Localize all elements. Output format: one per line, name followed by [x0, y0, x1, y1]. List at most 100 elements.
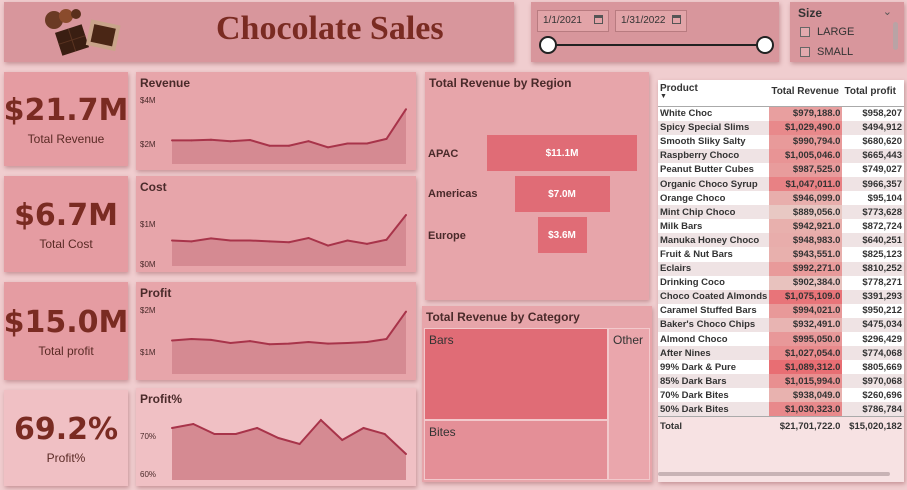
- profit-cell: $950,212: [862, 305, 902, 317]
- product-cell: Choco Coated Almonds: [660, 291, 768, 303]
- table-row[interactable]: Baker's Choco Chips $932,491.0 $475,034: [658, 317, 904, 332]
- product-cell: 50% Dark Bites: [660, 403, 729, 415]
- table-row[interactable]: White Choc $979,188.0 $958,207: [658, 106, 904, 121]
- table-row[interactable]: After Nines $1,027,054.0 $774,068: [658, 346, 904, 361]
- table-row[interactable]: Organic Choco Syrup $1,047,011.0 $966,357: [658, 176, 904, 192]
- profit-cell: $296,429: [862, 333, 902, 345]
- data-point: [192, 423, 195, 425]
- kpi-total-profit: $15.0M Total profit: [4, 282, 128, 380]
- series-line: [171, 311, 407, 346]
- table-row[interactable]: Smooth Sliky Salty $990,794.0 $680,620: [658, 134, 904, 149]
- kpi-label: Total Cost: [39, 236, 93, 251]
- column-header-revenue[interactable]: Total Revenue: [769, 80, 843, 107]
- revenue-cell: $995,050.0: [769, 332, 843, 347]
- total-revenue: $21,701,722.0: [769, 416, 843, 434]
- kpi-value: $21.7M: [3, 92, 129, 128]
- table-row[interactable]: Milk Bars $942,921.0 $872,724: [658, 219, 904, 234]
- data-point: [383, 433, 386, 435]
- data-point: [385, 137, 388, 140]
- table-row[interactable]: Almond Choco $995,050.0 $296,429: [658, 332, 904, 347]
- region-bar-americas[interactable]: $7.0M: [514, 176, 610, 212]
- table-row[interactable]: Mint Chip Choco $889,056.0 $773,628: [658, 205, 904, 220]
- table-total-row: Total $21,701,722.0 $15,020,182: [658, 416, 904, 434]
- bar-value-label: $3.6M: [548, 229, 576, 241]
- sort-descending-icon[interactable]: ▼: [660, 93, 767, 100]
- cost-chart: Cost $1M $0M: [136, 176, 416, 272]
- revenue-by-category-chart: Total Revenue by Category Bars Bites Oth…: [422, 306, 652, 482]
- revenue-cell: $994,021.0: [769, 303, 843, 318]
- profit-cell: $95,104: [867, 192, 902, 204]
- data-point: [385, 338, 388, 340]
- profit-cell: $774,068: [862, 347, 902, 359]
- horizontal-scrollbar[interactable]: [658, 472, 890, 476]
- chart-title: Total Revenue by Category: [426, 310, 580, 324]
- data-point: [327, 342, 329, 345]
- data-point: [405, 214, 407, 216]
- table-row[interactable]: Fruit & Nut Bars $943,551.0 $825,123: [658, 247, 904, 262]
- slicer-scrollbar[interactable]: [893, 22, 898, 50]
- kpi-label: Total profit: [38, 343, 94, 358]
- calendar-icon[interactable]: [672, 15, 681, 24]
- table-row[interactable]: 85% Dark Bars $1,015,994.0 $970,068: [658, 374, 904, 389]
- treemap-label: Bites: [429, 425, 456, 439]
- table-row[interactable]: Peanut Butter Cubes $987,525.0 $749,027: [658, 162, 904, 177]
- size-option-large[interactable]: LARGE: [800, 26, 854, 38]
- revenue-cell: $992,271.0: [769, 261, 843, 276]
- table-row[interactable]: Caramel Stuffed Bars $994,021.0 $950,212: [658, 303, 904, 318]
- profit-cell: $665,443: [862, 150, 902, 162]
- profit-percent-line-chart: [171, 418, 407, 480]
- table-row[interactable]: Choco Coated Almonds $1,075,109.0 $391,293: [658, 289, 904, 304]
- data-point: [307, 140, 310, 143]
- product-cell: 70% Dark Bites: [660, 389, 729, 401]
- table-row[interactable]: 70% Dark Bites $938,049.0 $260,696: [658, 388, 904, 403]
- size-slicer: Size ⌄ LARGE SMALL: [790, 2, 904, 62]
- kpi-total-revenue: $21.7M Total Revenue: [4, 72, 128, 166]
- product-cell: 85% Dark Bars: [660, 375, 727, 387]
- region-bar-apac[interactable]: $11.1M: [487, 135, 637, 171]
- profit-cell: $391,293: [862, 291, 902, 303]
- size-option-label: SMALL: [817, 46, 854, 58]
- treemap-cell-bars[interactable]: Bars: [424, 328, 608, 420]
- date-slider-end-handle[interactable]: [756, 36, 774, 54]
- table-row[interactable]: Spicy Special Slims $1,029,490.0 $494,912: [658, 120, 904, 135]
- data-point: [385, 238, 388, 241]
- checkbox[interactable]: [800, 27, 810, 37]
- data-point: [366, 142, 368, 145]
- date-slider-start-handle[interactable]: [539, 36, 557, 54]
- data-point: [229, 140, 232, 143]
- kpi-value: $15.0M: [3, 304, 129, 340]
- revenue-cell: $1,029,490.0: [769, 120, 843, 135]
- date-slider-track[interactable]: [547, 44, 765, 46]
- column-header-profit[interactable]: Total profit: [842, 80, 904, 107]
- revenue-cell: $1,005,046.0: [769, 148, 843, 163]
- column-header-product[interactable]: Product ▼: [658, 80, 770, 107]
- table-row[interactable]: Raspberry Choco $1,005,046.0 $665,443: [658, 148, 904, 163]
- product-cell: Spicy Special Slims: [660, 122, 750, 134]
- product-cell: Orange Choco: [660, 192, 726, 204]
- end-date-input[interactable]: 1/31/2022: [615, 10, 687, 32]
- revenue-cell: $932,491.0: [769, 317, 843, 332]
- chevron-down-icon[interactable]: ⌄: [883, 5, 892, 18]
- size-option-small[interactable]: SMALL: [800, 46, 853, 58]
- total-profit: $15,020,182: [842, 416, 904, 434]
- table-row[interactable]: Eclairs $992,271.0 $810,252: [658, 261, 904, 276]
- data-point: [171, 427, 173, 429]
- checkbox[interactable]: [800, 47, 810, 57]
- table-row[interactable]: 99% Dark & Pure $1,089,312.0 $805,669: [658, 360, 904, 375]
- treemap-cell-other[interactable]: Other: [608, 328, 650, 480]
- table-row[interactable]: Manuka Honey Choco $948,983.0 $640,251: [658, 233, 904, 248]
- profit-chart: Profit $2M $1M: [136, 282, 416, 380]
- region-label: Europe: [428, 230, 466, 242]
- calendar-icon[interactable]: [594, 15, 603, 24]
- table-row[interactable]: Drinking Coco $902,384.0 $778,271: [658, 275, 904, 290]
- treemap-label: Bars: [429, 333, 454, 347]
- data-point: [229, 239, 232, 242]
- region-bar-europe[interactable]: $3.6M: [537, 217, 587, 253]
- profit-cell: $494,912: [862, 122, 902, 134]
- treemap-cell-bites[interactable]: Bites: [424, 420, 608, 480]
- table-row[interactable]: Orange Choco $946,099.0 $95,104: [658, 191, 904, 206]
- start-date-input[interactable]: 1/1/2021: [537, 10, 609, 32]
- kpi-value: $6.7M: [14, 197, 118, 233]
- data-point: [288, 144, 290, 147]
- table-row[interactable]: 50% Dark Bites $1,030,323.0 $786,784: [658, 402, 904, 417]
